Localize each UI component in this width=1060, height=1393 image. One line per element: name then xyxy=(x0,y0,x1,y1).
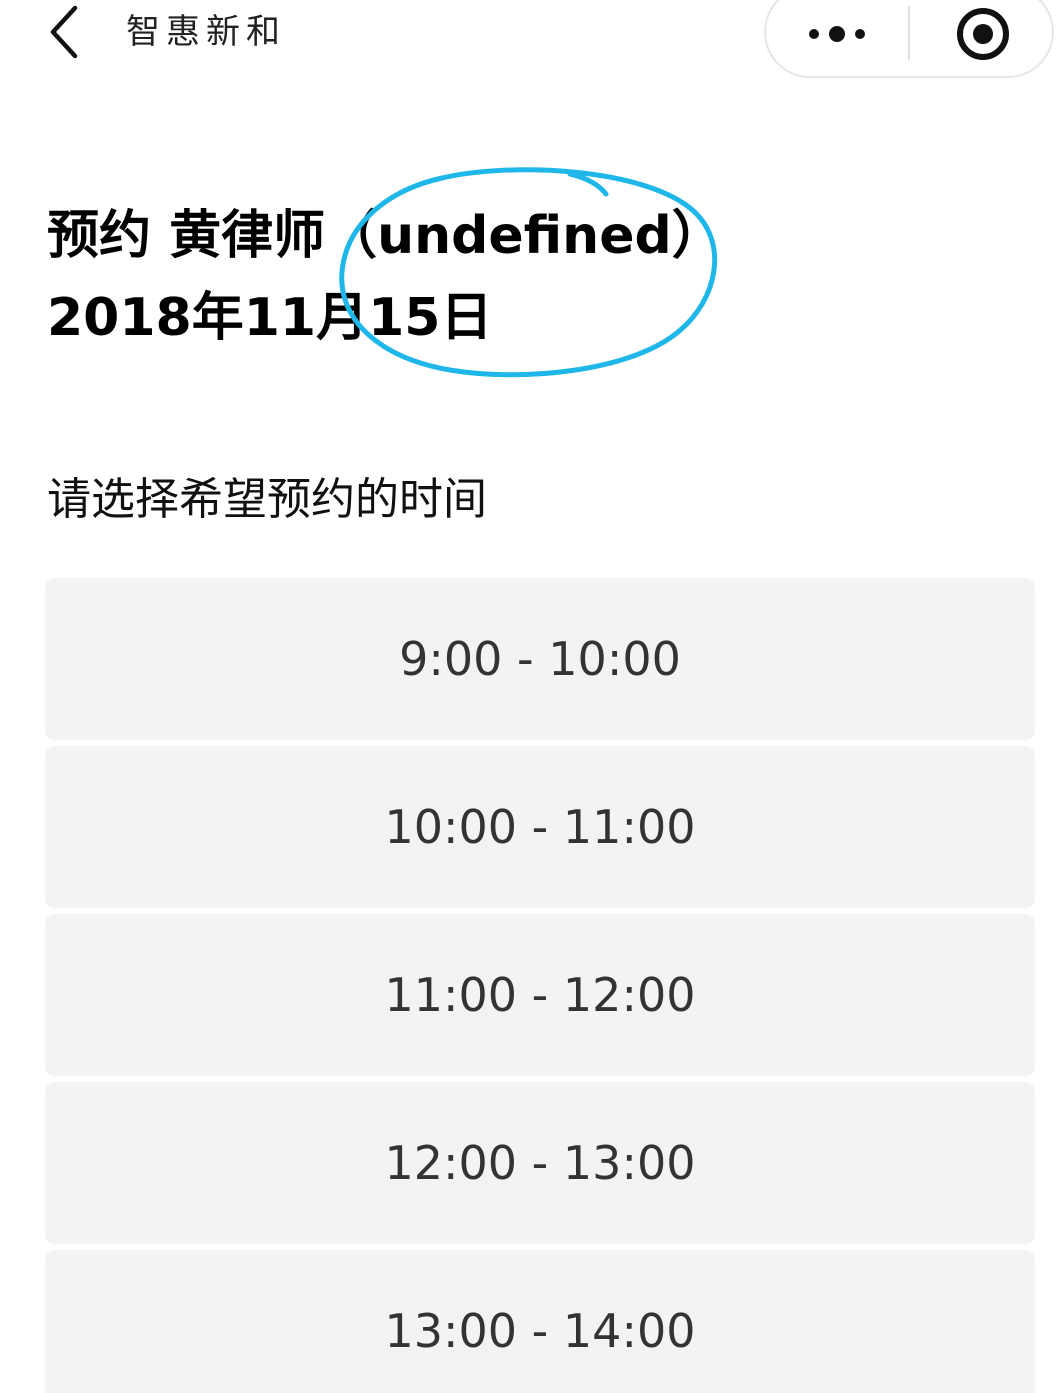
lawyer-heading: 预约 黄律师（undefined） xyxy=(47,206,724,266)
target-close-icon xyxy=(957,8,1009,60)
appointment-date: 2018年11月15日 xyxy=(47,288,493,348)
time-select-prompt: 请选择希望预约的时间 xyxy=(47,474,487,525)
time-slot-button[interactable]: 9:00 - 10:00 xyxy=(45,578,1035,740)
page: 智惠新和 预约 黄律师（undefined） 2018年11月15日 请选择希望… xyxy=(0,0,1060,1393)
more-dots-icon xyxy=(809,26,865,42)
capsule-divider xyxy=(908,6,910,60)
back-button[interactable] xyxy=(30,0,100,64)
time-slot-button[interactable]: 10:00 - 11:00 xyxy=(45,746,1035,908)
chevron-left-icon xyxy=(50,5,78,59)
navigation-bar: 智惠新和 xyxy=(0,0,1060,80)
appointment-header: 预约 黄律师（undefined） 2018年11月15日 xyxy=(47,195,947,359)
time-slot-list: 9:00 - 10:00 10:00 - 11:00 11:00 - 12:00… xyxy=(45,578,1035,1393)
more-button[interactable] xyxy=(766,0,908,80)
time-slot-button[interactable]: 13:00 - 14:00 xyxy=(45,1250,1035,1393)
time-slot-button[interactable]: 11:00 - 12:00 xyxy=(45,914,1035,1076)
menu-capsule xyxy=(764,0,1054,78)
time-slot-button[interactable]: 12:00 - 13:00 xyxy=(45,1082,1035,1244)
close-button[interactable] xyxy=(912,0,1054,80)
page-title: 智惠新和 xyxy=(126,12,286,52)
